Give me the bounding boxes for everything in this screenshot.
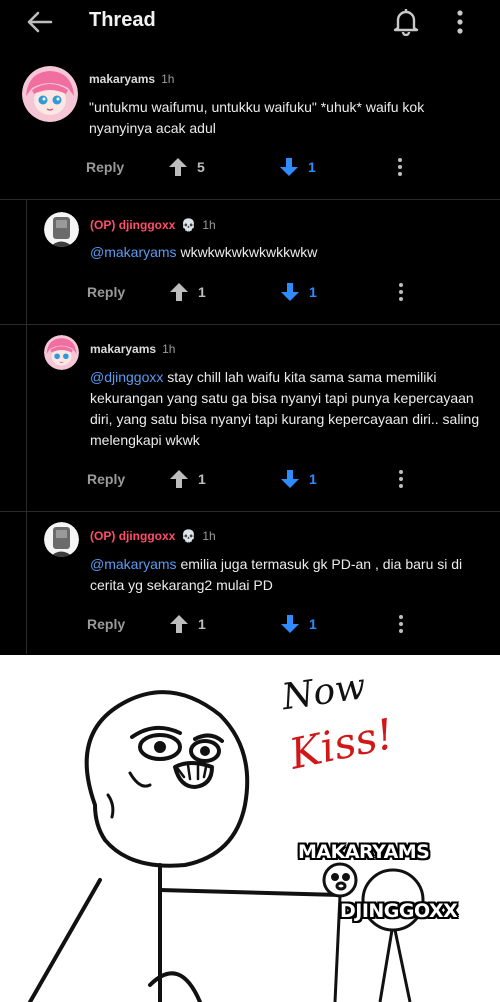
comment-time: 1h	[162, 342, 176, 356]
comment-time: 1h	[202, 529, 216, 543]
upvote-icon[interactable]	[168, 157, 188, 177]
upvote-icon[interactable]	[169, 614, 189, 634]
comment-2: (OP) djinggoxx 💀 1h @makaryams wkwkwkwkwkw…	[26, 200, 500, 324]
downvote-icon[interactable]	[280, 614, 300, 634]
upvote-count: 5	[197, 159, 205, 175]
comment-time: 1h	[161, 72, 175, 86]
comment-actions: Reply 5 1	[86, 157, 416, 181]
avatar[interactable]	[22, 66, 78, 122]
comment-meta: makaryams 1h	[90, 342, 175, 356]
comment-meta: (OP) djinggoxx 💀 1h	[90, 529, 216, 543]
bell-icon[interactable]	[392, 6, 420, 36]
comment-body: @makaryams wkwkwkwkwkwkkwkw	[90, 242, 480, 263]
downvote-icon[interactable]	[279, 157, 299, 177]
downvote-count: 1	[309, 284, 317, 300]
upvote-icon[interactable]	[169, 282, 189, 302]
comment-text: wkwkwkwkwkwkkwkw	[180, 244, 318, 260]
back-arrow-icon[interactable]	[24, 8, 54, 36]
upvote-count: 1	[198, 616, 206, 632]
label-makaryams: MAKARYAMS	[298, 841, 430, 863]
label-djinggoxx: DJINGGOXX	[340, 900, 458, 922]
author-name[interactable]: makaryams	[90, 342, 156, 356]
author-name[interactable]: djinggoxx	[119, 218, 176, 232]
comment-body: @makaryams emilia juga termasuk gk PD-an…	[90, 554, 485, 596]
now-caption: Now	[278, 666, 368, 718]
comment-actions: Reply 1 1	[87, 469, 417, 493]
downvote-icon[interactable]	[280, 282, 300, 302]
comment-meta: (OP) djinggoxx 💀 1h	[90, 218, 216, 232]
reply-button[interactable]: Reply	[87, 284, 125, 300]
more-vertical-icon[interactable]	[450, 8, 470, 36]
reply-button[interactable]: Reply	[87, 471, 125, 487]
kiss-caption: Kiss!	[284, 709, 398, 779]
user-mention[interactable]: @makaryams	[90, 556, 177, 572]
comment-actions: Reply 1 1	[87, 614, 417, 638]
downvote-count: 1	[309, 616, 317, 632]
downvote-count: 1	[308, 159, 316, 175]
upvote-icon[interactable]	[169, 469, 189, 489]
page-title: Thread	[89, 9, 156, 31]
now-kiss-rage-comic: Now Kiss!	[28, 666, 425, 1002]
more-options-icon[interactable]	[396, 614, 406, 634]
comment-body: @djinggoxx stay chill lah waifu kita sam…	[90, 367, 485, 451]
avatar[interactable]	[44, 522, 79, 557]
comment-body: "untukmu waifumu, untukku waifuku" *uhuk…	[89, 97, 479, 139]
op-badge: (OP)	[90, 218, 116, 232]
downvote-count: 1	[309, 471, 317, 487]
author-name[interactable]: makaryams	[89, 72, 155, 86]
avatar[interactable]	[44, 335, 79, 370]
more-options-icon[interactable]	[396, 282, 406, 302]
upvote-count: 1	[198, 471, 206, 487]
comment-1: makaryams 1h "untukmu waifumu, untukku wa…	[0, 44, 500, 199]
top-bar: Thread	[0, 0, 500, 44]
comment-actions: Reply 1 1	[87, 282, 417, 306]
skull-flair-icon: 💀	[181, 218, 197, 232]
downvote-icon[interactable]	[280, 469, 300, 489]
comment-text: "untukmu waifumu, untukku waifuku" *uhuk…	[89, 99, 425, 136]
reply-button[interactable]: Reply	[86, 159, 124, 175]
more-options-icon[interactable]	[395, 157, 405, 177]
comment-3: makaryams 1h @djinggoxx stay chill lah wa…	[26, 325, 500, 511]
author-name[interactable]: djinggoxx	[119, 529, 176, 543]
comment-time: 1h	[202, 218, 216, 232]
reply-button[interactable]: Reply	[87, 616, 125, 632]
avatar[interactable]	[44, 212, 79, 247]
skull-flair-icon: 💀	[181, 529, 197, 543]
comment-4: (OP) djinggoxx 💀 1h @makaryams emilia juga…	[26, 512, 500, 654]
comment-meta: makaryams 1h	[89, 72, 174, 86]
upvote-count: 1	[198, 284, 206, 300]
meme-image: Now Kiss! MAKARYAMS DJINGGOXX	[0, 655, 500, 1002]
user-mention[interactable]: @makaryams	[90, 244, 177, 260]
user-mention[interactable]: @djinggoxx	[90, 369, 163, 385]
more-options-icon[interactable]	[396, 469, 406, 489]
op-badge: (OP)	[90, 529, 116, 543]
